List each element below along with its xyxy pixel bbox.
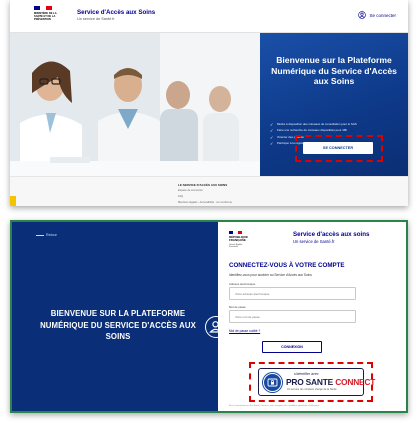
email-label: Adresse électronique [229, 282, 256, 286]
back-link[interactable]: Retour [36, 233, 57, 237]
republic-motto: Liberté Égalité Fraternité [229, 244, 243, 249]
welcome-panel: Retour BIENVENUE SUR LA PLATEFORME NUMÉR… [12, 222, 218, 411]
header-login-label: Se connecter [369, 12, 396, 18]
site-title[interactable]: Service d'Accès aux Soins [77, 9, 155, 16]
back-link-label: Retour [46, 233, 57, 237]
hero-bullet-text: Faire une recherche de créneaux disponib… [277, 128, 348, 133]
french-flag [229, 231, 242, 234]
hero-bullet: ✓ Mettre à disposition des créneaux de c… [270, 122, 398, 127]
fine-print: En se connectant via Pro Santé Connect, … [229, 405, 320, 407]
footer-link[interactable]: Mentions légales - Accessibilité : non c… [178, 201, 232, 204]
login-heading: CONNECTEZ-VOUS À VOTRE COMPTE [229, 262, 345, 269]
welcome-headline: BIENVENUE SUR LA PLATEFORME NUMÉRIQUE DU… [40, 309, 196, 341]
check-icon: ✓ [270, 140, 274, 146]
french-flag [34, 6, 52, 10]
header-login-link[interactable]: Se connecter [358, 11, 396, 19]
forgot-password-link[interactable]: Mot de passe oublié ? [229, 329, 260, 333]
site-header: MINISTÈRE DE LA SANTÉ ET DE LA PRÉVENTIO… [10, 0, 408, 33]
check-icon: ✓ [270, 128, 274, 134]
hero-panel: Bienvenue sur la Plateforme Numérique du… [260, 33, 408, 176]
check-icon: ✓ [270, 122, 274, 127]
login-intro: Identifiez-vous pour accéder au Service … [229, 273, 312, 277]
email-field[interactable] [229, 287, 356, 300]
medical-team-photo [10, 33, 260, 176]
user-circle-icon [358, 11, 367, 19]
service-title: Service d'accès aux soins [293, 231, 370, 238]
arrow-left-icon [36, 234, 44, 236]
footer-link[interactable]: Espace de connexion [178, 189, 203, 192]
service-subtitle: Un service de Santé.fr [293, 239, 335, 244]
login-form-panel: RÉPUBLIQUE FRANÇAISE Liberté Égalité Fra… [218, 222, 406, 411]
highlight-box [295, 135, 383, 162]
site-subtitle: Un service de Santé.fr [77, 17, 115, 21]
password-field[interactable] [229, 310, 356, 323]
hero-bullet: ✓ Faire une recherche de créneaux dispon… [270, 128, 398, 134]
site-footer: LE SERVICE D'ACCÈS AUX SOINS Espace de c… [10, 176, 408, 206]
check-icon: ✓ [270, 134, 274, 140]
highlight-box [249, 362, 373, 402]
homepage-screenshot: MINISTÈRE DE LA SANTÉ ET DE LA PRÉVENTIO… [10, 0, 408, 206]
password-label: Mot de passe [229, 305, 246, 309]
hero-title: Bienvenue sur la Plateforme Numérique du… [271, 55, 397, 86]
hero-bullet-text: Mettre à disposition des créneaux de con… [277, 122, 357, 126]
footer-title: LE SERVICE D'ACCÈS AUX SOINS [178, 183, 228, 187]
footer-link[interactable]: FAQ [178, 195, 183, 198]
composite-figure: MINISTÈRE DE LA SANTÉ ET DE LA PRÉVENTIO… [0, 0, 418, 423]
connexion-button[interactable]: CONNEXION [262, 341, 322, 353]
accent-bar [10, 196, 16, 206]
ministry-label: MINISTÈRE DE LA SANTÉ ET DE LA PRÉVENTIO… [34, 12, 57, 21]
republic-label: RÉPUBLIQUE FRANÇAISE [229, 235, 248, 243]
login-screenshot: Retour BIENVENUE SUR LA PLATEFORME NUMÉR… [10, 220, 408, 413]
